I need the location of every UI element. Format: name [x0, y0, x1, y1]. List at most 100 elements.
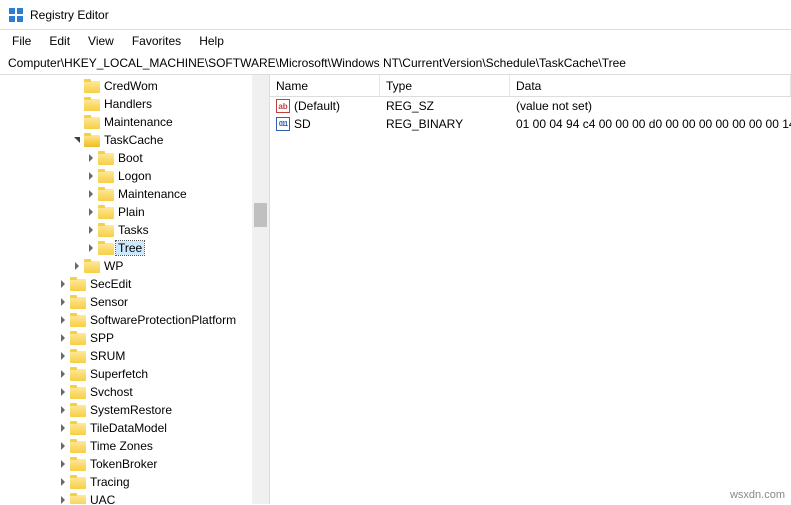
title-bar: Registry Editor [0, 0, 791, 30]
tree-node-uac[interactable]: UAC [0, 491, 269, 504]
menu-favorites[interactable]: Favorites [124, 32, 189, 50]
folder-icon [84, 97, 100, 111]
chevron-right-icon[interactable] [56, 347, 70, 365]
folder-icon [98, 241, 114, 255]
chevron-right-icon[interactable] [56, 419, 70, 437]
folder-icon [98, 187, 114, 201]
tree-node-softwareprotectionplatform[interactable]: SoftwareProtectionPlatform [0, 311, 269, 329]
menu-help[interactable]: Help [191, 32, 232, 50]
values-pane: Name Type Data ab(Default)REG_SZ(value n… [270, 75, 791, 504]
tree-node-label: CredWom [104, 79, 158, 93]
chevron-right-icon[interactable] [84, 185, 98, 203]
tree-node-label: Boot [118, 151, 143, 165]
chevron-right-icon[interactable] [56, 437, 70, 455]
chevron-right-icon[interactable] [84, 149, 98, 167]
tree-node-label: Logon [118, 169, 151, 183]
folder-icon [70, 403, 86, 417]
window-title: Registry Editor [30, 8, 109, 22]
tree-node-taskcache[interactable]: TaskCache [0, 131, 269, 149]
chevron-right-icon[interactable] [70, 257, 84, 275]
tree-node-tasks[interactable]: Tasks [0, 221, 269, 239]
tree-node-label: Svchost [90, 385, 133, 399]
folder-icon [70, 349, 86, 363]
chevron-right-icon[interactable] [56, 491, 70, 504]
chevron-right-icon[interactable] [56, 383, 70, 401]
regedit-icon [8, 7, 24, 23]
chevron-right-icon[interactable] [56, 401, 70, 419]
folder-icon [98, 223, 114, 237]
tree-node-boot[interactable]: Boot [0, 149, 269, 167]
tree-node-plain[interactable]: Plain [0, 203, 269, 221]
tree-node-label: TileDataModel [90, 421, 167, 435]
column-name[interactable]: Name [270, 75, 380, 96]
chevron-right-icon[interactable] [56, 311, 70, 329]
chevron-right-icon[interactable] [56, 275, 70, 293]
folder-icon [70, 313, 86, 327]
expander-placeholder [70, 95, 84, 113]
folder-icon [98, 205, 114, 219]
tree-node-systemrestore[interactable]: SystemRestore [0, 401, 269, 419]
chevron-right-icon[interactable] [84, 167, 98, 185]
tree-node-tokenbroker[interactable]: TokenBroker [0, 455, 269, 473]
folder-icon [70, 331, 86, 345]
tree-node-secedit[interactable]: SecEdit [0, 275, 269, 293]
values-header[interactable]: Name Type Data [270, 75, 791, 97]
tree-scrollbar[interactable] [252, 75, 269, 504]
chevron-right-icon[interactable] [56, 293, 70, 311]
value-row[interactable]: ab(Default)REG_SZ(value not set) [270, 97, 791, 115]
chevron-right-icon[interactable] [84, 239, 98, 257]
menu-edit[interactable]: Edit [41, 32, 78, 50]
tree-node-tiledatamodel[interactable]: TileDataModel [0, 419, 269, 437]
folder-icon [84, 115, 100, 129]
column-data[interactable]: Data [510, 75, 791, 96]
chevron-right-icon[interactable] [56, 455, 70, 473]
tree-node-sensor[interactable]: Sensor [0, 293, 269, 311]
tree-node-srum[interactable]: SRUM [0, 347, 269, 365]
chevron-right-icon[interactable] [84, 221, 98, 239]
column-type[interactable]: Type [380, 75, 510, 96]
tree-node-spp[interactable]: SPP [0, 329, 269, 347]
tree-node-label: TokenBroker [90, 457, 157, 471]
chevron-down-icon[interactable] [70, 131, 84, 149]
tree-node-handlers[interactable]: Handlers [0, 95, 269, 113]
tree-node-tree[interactable]: Tree [0, 239, 269, 257]
menu-view[interactable]: View [80, 32, 122, 50]
tree-node-label: SoftwareProtectionPlatform [90, 313, 236, 327]
tree-node-maintenance[interactable]: Maintenance [0, 185, 269, 203]
tree-node-label: Handlers [104, 97, 152, 111]
tree-scrollbar-thumb[interactable] [254, 203, 267, 227]
value-row[interactable]: 011SDREG_BINARY01 00 04 94 c4 00 00 00 d… [270, 115, 791, 133]
tree-node-credwom[interactable]: CredWom [0, 77, 269, 95]
tree-node-label: TaskCache [104, 133, 163, 147]
chevron-right-icon[interactable] [56, 365, 70, 383]
folder-icon [98, 151, 114, 165]
tree-node-label: SRUM [90, 349, 125, 363]
tree-node-maintenance[interactable]: Maintenance [0, 113, 269, 131]
tree-node-label: WP [104, 259, 123, 273]
tree-node-superfetch[interactable]: Superfetch [0, 365, 269, 383]
chevron-right-icon[interactable] [56, 329, 70, 347]
tree-node-label: UAC [90, 493, 115, 504]
chevron-right-icon[interactable] [56, 473, 70, 491]
tree-node-wp[interactable]: WP [0, 257, 269, 275]
tree-node-tracing[interactable]: Tracing [0, 473, 269, 491]
tree-node-label: Plain [118, 205, 145, 219]
registry-tree[interactable]: CredWom Handlers Maintenance TaskCache Boot L… [0, 75, 269, 504]
folder-icon [70, 421, 86, 435]
folder-icon [70, 367, 86, 381]
string-value-icon: ab [276, 99, 290, 113]
tree-node-label: Tree [116, 241, 144, 255]
folder-icon [70, 277, 86, 291]
tree-node-time-zones[interactable]: Time Zones [0, 437, 269, 455]
folder-icon [70, 385, 86, 399]
chevron-right-icon[interactable] [84, 203, 98, 221]
tree-node-logon[interactable]: Logon [0, 167, 269, 185]
address-bar[interactable]: Computer\HKEY_LOCAL_MACHINE\SOFTWARE\Mic… [0, 52, 791, 75]
folder-icon [98, 169, 114, 183]
value-data: 01 00 04 94 c4 00 00 00 d0 00 00 00 00 0… [510, 117, 791, 131]
menu-file[interactable]: File [4, 32, 39, 50]
value-type: REG_BINARY [380, 117, 510, 131]
tree-node-svchost[interactable]: Svchost [0, 383, 269, 401]
tree-node-label: Tasks [118, 223, 149, 237]
tree-pane: CredWom Handlers Maintenance TaskCache Boot L… [0, 75, 270, 504]
